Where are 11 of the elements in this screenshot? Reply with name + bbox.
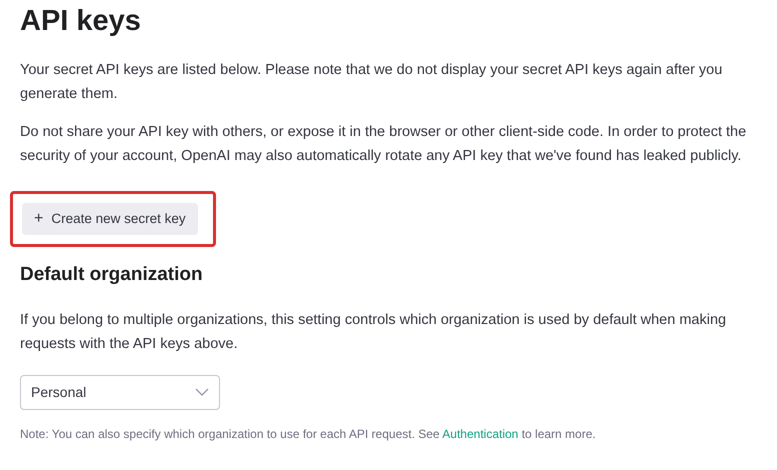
section-description: If you belong to multiple organizations, this setting controls which organization is used by default when making requests with the API keys above. bbox=[20, 310, 728, 354]
description-text: Do not share your API key with others, or expose it in the browser or other client-side code. In order to protect the security of your account, OpenAI may also automatically rotate any API key that we've found has leaked publicly. bbox=[20, 123, 748, 166]
plus-icon: + bbox=[34, 207, 44, 231]
description-text: Your secret API keys are listed below. Please note that we do not display your secret API keys again after you generate them. bbox=[20, 61, 724, 104]
chevron-down-icon bbox=[195, 388, 209, 396]
create-key-button[interactable]: + Create new secret key bbox=[22, 203, 198, 235]
organization-select[interactable]: Personal bbox=[20, 374, 220, 410]
note-text: Note: You can also specify which organization to use for each API request. See Authentication to learn more. bbox=[20, 426, 597, 442]
section-heading: Default organization bbox=[20, 263, 204, 287]
page-title: API keys bbox=[20, 4, 142, 36]
select-value: Personal bbox=[31, 382, 86, 402]
